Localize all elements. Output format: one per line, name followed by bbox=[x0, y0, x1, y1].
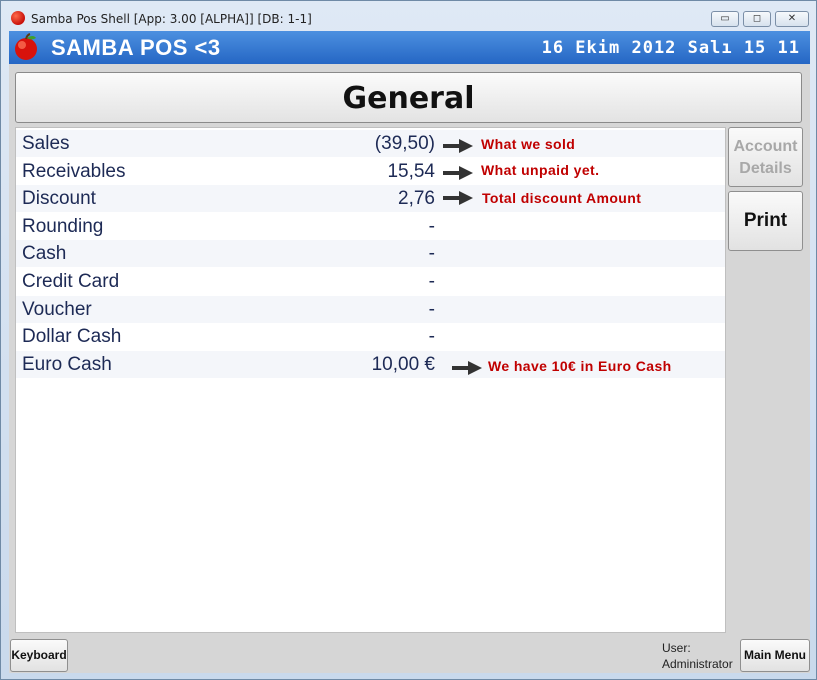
main-menu-button[interactable]: Main Menu bbox=[740, 639, 810, 672]
report-row-receivables: Receivables 15,54 bbox=[16, 158, 725, 185]
row-value: - bbox=[428, 326, 435, 347]
row-value: (39,50) bbox=[374, 133, 435, 154]
arrow-right-icon bbox=[443, 191, 473, 205]
app-header: SAMBA POS <3 16 Ekim 2012 Salı 15 11 bbox=[9, 31, 810, 64]
report-row-rounding: Rounding - bbox=[16, 213, 725, 240]
user-name: Administrator bbox=[662, 657, 733, 671]
arrow-right-icon bbox=[443, 139, 473, 153]
row-value: - bbox=[428, 299, 435, 320]
report-row-dollar-cash: Dollar Cash - bbox=[16, 323, 725, 350]
minimize-button[interactable]: ▭ bbox=[711, 11, 739, 27]
row-label: Voucher bbox=[22, 299, 92, 320]
keyboard-button[interactable]: Keyboard bbox=[10, 639, 68, 672]
row-value: 15,54 bbox=[387, 161, 435, 182]
app-window: Samba Pos Shell [App: 3.00 [ALPHA]] [DB:… bbox=[0, 0, 817, 680]
report-panel: Sales (39,50) Receivables 15,54 Discount… bbox=[15, 127, 726, 633]
window-title: Samba Pos Shell [App: 3.00 [ALPHA]] [DB:… bbox=[31, 12, 312, 26]
brand-title: SAMBA POS <3 bbox=[51, 35, 221, 60]
report-row-voucher: Voucher - bbox=[16, 296, 725, 323]
arrow-right-icon bbox=[452, 361, 482, 375]
row-value: - bbox=[428, 243, 435, 264]
row-value: - bbox=[428, 216, 435, 237]
row-label: Cash bbox=[22, 243, 67, 264]
user-label: User: bbox=[662, 641, 691, 655]
report-row-cash: Cash - bbox=[16, 240, 725, 267]
report-row-credit-card: Credit Card - bbox=[16, 268, 725, 295]
arrow-right-icon bbox=[443, 166, 473, 180]
close-button[interactable]: ✕ bbox=[775, 11, 809, 27]
row-label: Receivables bbox=[22, 161, 126, 182]
row-value: 2,76 bbox=[398, 188, 435, 209]
report-row-sales: Sales (39,50) bbox=[16, 130, 725, 157]
apple-icon bbox=[15, 33, 37, 60]
row-label: Rounding bbox=[22, 216, 104, 237]
row-label: Dollar Cash bbox=[22, 326, 122, 347]
annotation-sales: What we sold bbox=[481, 136, 576, 152]
account-details-button[interactable]: Account Details bbox=[728, 127, 803, 187]
annotation-receivables: What unpaid yet. bbox=[481, 162, 600, 178]
section-general-button[interactable]: General bbox=[15, 72, 802, 123]
row-label: Credit Card bbox=[22, 271, 120, 292]
client-area: SAMBA POS <3 16 Ekim 2012 Salı 15 11 Gen… bbox=[9, 31, 810, 673]
row-value: - bbox=[428, 271, 435, 292]
maximize-button[interactable]: ◻ bbox=[743, 11, 771, 27]
row-label: Discount bbox=[22, 188, 96, 209]
row-value: 10,00 € bbox=[371, 354, 435, 375]
apple-icon bbox=[11, 11, 25, 25]
print-button[interactable]: Print bbox=[728, 191, 803, 251]
row-label: Euro Cash bbox=[22, 354, 112, 375]
annotation-discount: Total discount Amount bbox=[482, 190, 642, 206]
date-time: 16 Ekim 2012 Salı 15 11 bbox=[541, 38, 800, 58]
annotation-euro-cash: We have 10€ in Euro Cash bbox=[488, 358, 672, 374]
row-label: Sales bbox=[22, 133, 70, 154]
title-bar: Samba Pos Shell [App: 3.00 [ALPHA]] [DB:… bbox=[1, 1, 816, 31]
